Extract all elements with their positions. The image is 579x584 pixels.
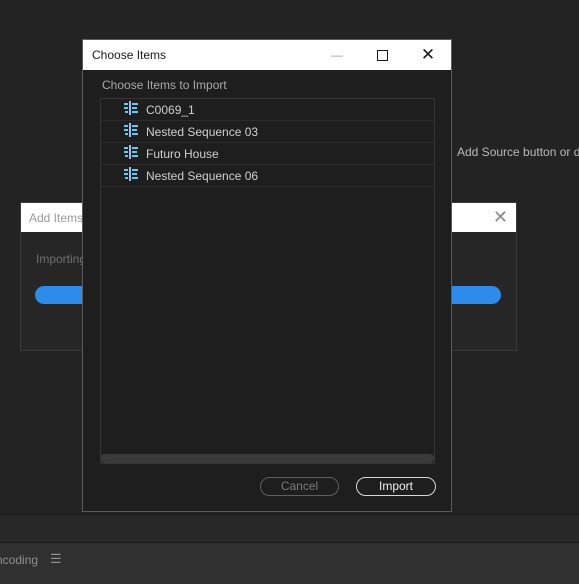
list-item[interactable]: Nested Sequence 03	[101, 121, 434, 143]
encoding-tab-label[interactable]: ncoding	[0, 553, 38, 567]
list-item[interactable]: C0069_1	[101, 99, 434, 121]
item-label: Nested Sequence 03	[146, 125, 259, 139]
sequence-icon	[124, 101, 138, 115]
sequence-icon	[124, 123, 138, 137]
encoding-panel-header	[0, 542, 579, 584]
add-source-hint: Add Source button or dra	[457, 145, 579, 159]
item-label: Nested Sequence 06	[146, 169, 259, 183]
sequence-icon	[124, 145, 138, 159]
item-label: Futuro House	[146, 147, 219, 161]
sequence-icon	[124, 167, 138, 181]
cancel-button[interactable]: Cancel	[260, 477, 339, 496]
timeline-bar	[0, 514, 579, 543]
item-label: C0069_1	[146, 103, 195, 117]
items-list[interactable]: C0069_1 Nested Sequence 03 Futuro House …	[100, 98, 435, 464]
choose-items-dialog: Choose Items — ✕ Choose Items to Import …	[82, 39, 452, 512]
list-item[interactable]: Nested Sequence 06	[101, 165, 434, 187]
import-button[interactable]: Import	[356, 477, 436, 496]
list-item[interactable]: Futuro House	[101, 143, 434, 165]
add-items-title: Add Items	[29, 211, 84, 225]
maximize-icon[interactable]	[372, 46, 392, 64]
section-label: Choose Items to Import	[102, 78, 227, 92]
close-icon[interactable]: ✕	[493, 207, 508, 228]
horizontal-scrollbar[interactable]	[101, 454, 434, 463]
minimize-icon[interactable]: —	[327, 46, 347, 64]
close-icon[interactable]: ✕	[418, 46, 438, 64]
dialog-title: Choose Items	[92, 48, 167, 62]
hamburger-menu-icon[interactable]: ☰	[50, 551, 62, 567]
import-status-text: Importing	[36, 252, 87, 266]
dialog-titlebar[interactable]: Choose Items — ✕	[83, 40, 451, 70]
